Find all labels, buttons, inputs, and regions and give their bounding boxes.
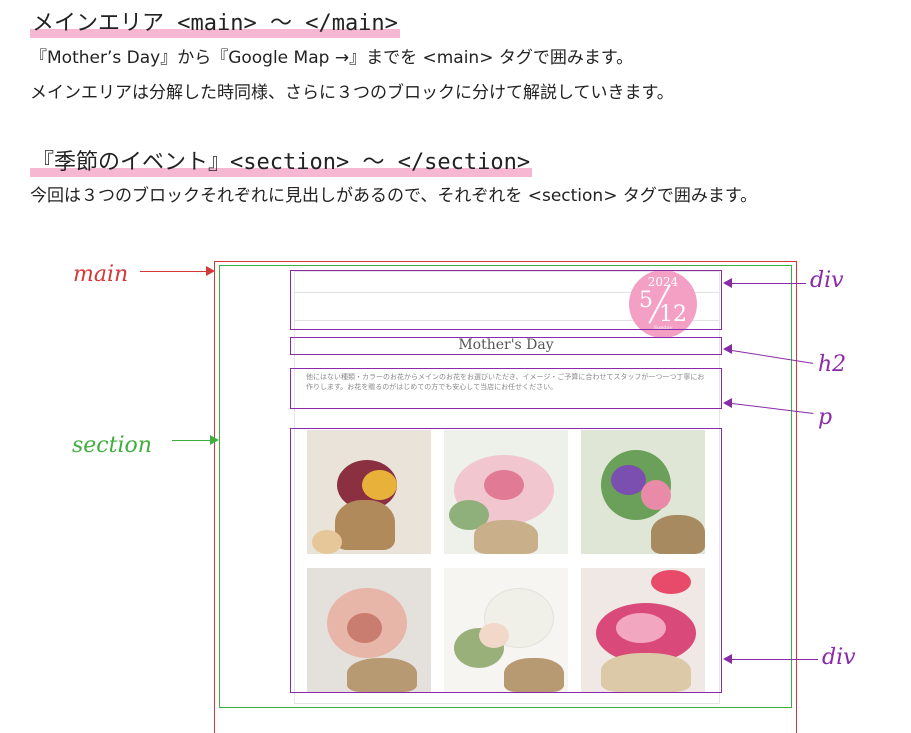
flower-photo-1 [307,430,431,554]
section-arrow-head [210,435,219,445]
div-top-arrow-head [723,278,732,288]
div-bottom-arrow-head [723,654,732,664]
div-bottom-arrow-line [732,659,818,660]
main-label: main [73,262,129,287]
div-bottom-label: div [822,645,856,670]
p-label: p [818,405,833,430]
main-arrow-line [140,271,208,272]
mock-paragraph: 他にはない種類・カラーのお花からメインのお花をお選びいただき、イメージ・ご予算に… [306,373,705,391]
h2-label: h2 [818,352,847,377]
h2-arrow-head [723,344,732,354]
div-top-label: div [810,268,844,293]
flower-photo-2 [444,430,568,554]
div-top-outline [290,270,722,330]
div-top-arrow-line [732,283,806,284]
section-arrow-line [172,440,212,441]
flower-photo-4 [307,568,431,692]
section-label: section [72,433,152,458]
flower-photo-3 [581,430,705,554]
p-arrow-head [723,398,732,408]
page-structure-figure: 2024 5 12 Sunday Mother's Day 他にはない種類・カラ… [0,0,911,733]
mock-h2-title: Mother's Day [458,337,554,353]
flower-photo-6 [581,568,705,692]
main-arrow-head [206,266,215,276]
flower-photo-5 [444,568,568,692]
